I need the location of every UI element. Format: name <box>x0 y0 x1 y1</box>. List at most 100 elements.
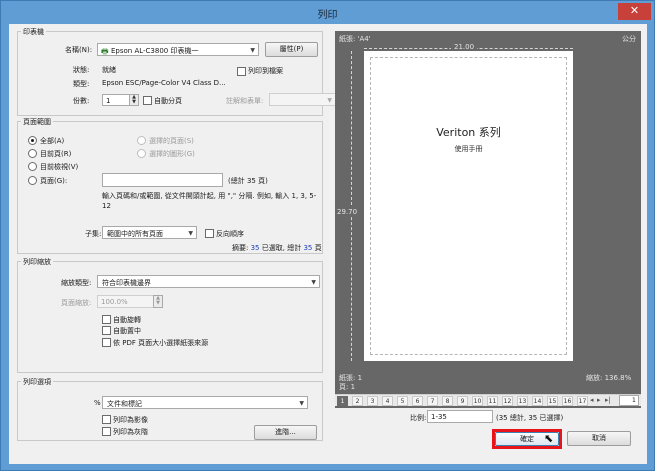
printer-group: 印表機 名稱(N): 🖶 Epson AL-C3800 印表機一 ▼ 屬性(P)… <box>17 27 336 116</box>
preview-page: Veriton 系列 使用手冊 <box>364 51 573 361</box>
chevron-down-icon: ▼ <box>250 47 255 54</box>
paper-by-pdf-checkbox[interactable] <box>102 338 111 347</box>
page-number-button[interactable]: 4 <box>382 396 393 406</box>
zoom-stepper[interactable]: ▲ ▼ <box>153 295 163 308</box>
prev-page-icon[interactable]: ◂ <box>590 396 594 404</box>
page-number-button[interactable]: 16 <box>562 396 573 406</box>
page-count-label: 頁: 1 <box>339 383 356 391</box>
scale-type-select[interactable]: 符合印表機邊界 ▼ <box>97 275 320 288</box>
units-label: 公分 <box>622 35 636 43</box>
status-label: 狀態: <box>73 66 90 74</box>
chevron-down-icon: ▼ <box>311 279 316 286</box>
next-page-icon[interactable]: ▸ <box>597 396 601 404</box>
printer-icon: 🖶 <box>101 47 109 56</box>
subset-select[interactable]: 範圍中的所有頁面 ▼ <box>102 226 197 239</box>
type-label: 類型: <box>73 80 90 88</box>
scaling-group: 列印縮放 縮放類型: 符合印表機邊界 ▼ 頁面縮放: 100.0% ▲ ▼ 自動旋… <box>17 257 323 373</box>
properties-button[interactable]: 屬性(P) <box>265 42 318 57</box>
pages-label: 頁面(G): <box>40 177 68 185</box>
percent-icon: % <box>94 399 101 407</box>
page-number-button[interactable]: 3 <box>367 396 378 406</box>
paper-by-pdf-label: 依 PDF 頁面大小選擇紙張來源 <box>113 339 209 347</box>
preview-zoom-label: 縮放: 136.8% <box>586 374 632 382</box>
summary-suffix: 頁 <box>314 244 322 252</box>
current-page-radio[interactable] <box>28 149 37 158</box>
selected-pages-radio[interactable] <box>137 136 146 145</box>
page-number-button[interactable]: 11 <box>487 396 498 406</box>
print-options-group-label: 列印選項 <box>21 377 53 387</box>
print-as-image-label: 列印為影像 <box>113 416 148 424</box>
printer-name-value: Epson AL-C3800 印表機一 <box>111 47 199 55</box>
ratio-input[interactable]: 1-35 <box>427 410 493 423</box>
current-view-radio[interactable] <box>28 162 37 171</box>
zoom-input[interactable]: 100.0% <box>97 295 154 308</box>
print-grayscale-checkbox[interactable] <box>102 427 111 436</box>
width-value: 21.00 <box>451 43 478 51</box>
page-number-button[interactable]: 7 <box>427 396 438 406</box>
height-ruler <box>351 51 352 361</box>
page-number-button[interactable]: 12 <box>502 396 513 406</box>
print-as-image-checkbox[interactable] <box>102 415 111 424</box>
printable-area-border <box>370 57 567 355</box>
scaling-group-label: 列印縮放 <box>21 257 53 267</box>
auto-center-checkbox[interactable] <box>102 326 111 335</box>
mouse-pointer-icon: ⬉ <box>544 432 554 445</box>
chevron-down-icon: ▼ <box>327 97 332 104</box>
selected-graphics-radio[interactable] <box>137 149 146 158</box>
reverse-order-label: 反向順序 <box>216 230 244 238</box>
pages-radio[interactable] <box>28 176 37 185</box>
copies-input[interactable]: 1 <box>102 94 130 106</box>
page-number-button[interactable]: 5 <box>397 396 408 406</box>
zoom-value: 100.0% <box>101 298 128 306</box>
advanced-button[interactable]: 進階... <box>254 425 317 440</box>
page-number-button[interactable]: 10 <box>472 396 483 406</box>
printer-name-label: 名稱(N): <box>65 46 93 54</box>
selected-pages-label: 選擇的頁面(S) <box>149 137 194 145</box>
print-content-select[interactable]: 文件和標記 ▼ <box>102 396 308 409</box>
page-range-group: 頁面範圍 全部(A) 選擇的頁面(S) 目前頁(R) 選擇的圖形(G) 目前檢視… <box>17 117 323 254</box>
comments-forms-select[interactable]: ▼ <box>269 93 336 106</box>
collate-label: 自動分頁 <box>154 97 182 105</box>
total-pages-note: (總計 35 頁) <box>228 177 268 185</box>
printer-name-select[interactable]: 🖶 Epson AL-C3800 印表機一 ▼ <box>97 43 259 56</box>
page-number-button[interactable]: 1 <box>337 396 348 406</box>
chevron-down-icon: ▼ <box>299 400 304 407</box>
page-number-button[interactable]: 9 <box>457 396 468 406</box>
preview-doc-title: Veriton 系列 <box>436 126 501 139</box>
pages-input[interactable] <box>102 173 223 187</box>
title-bar[interactable]: 列印 ✕ <box>1 1 654 23</box>
range-all-radio[interactable] <box>28 136 37 145</box>
auto-rotate-label: 自動旋轉 <box>113 316 141 324</box>
page-number-button[interactable]: 14 <box>532 396 543 406</box>
current-page-label: 目前頁(R) <box>40 150 72 158</box>
reverse-order-checkbox[interactable] <box>205 229 214 238</box>
close-button[interactable]: ✕ <box>618 3 651 20</box>
print-dialog: 列印 ✕ 印表機 名稱(N): 🖶 Epson AL-C3800 印表機一 ▼ … <box>0 0 655 471</box>
page-number-button[interactable]: 13 <box>517 396 528 406</box>
page-number-button[interactable]: 15 <box>547 396 558 406</box>
height-value: 29.70 <box>337 207 358 217</box>
status-value: 就緒 <box>102 66 116 74</box>
range-summary: 摘要: 35 已選取, 總計 35 頁 <box>232 243 322 253</box>
page-number-button[interactable]: 17 <box>577 396 588 406</box>
print-content-value: 文件和標記 <box>107 400 142 408</box>
print-grayscale-label: 列印為灰階 <box>113 428 148 436</box>
chevron-down-icon: ▼ <box>188 230 193 237</box>
print-to-file-checkbox[interactable] <box>237 67 246 76</box>
print-options-group: 列印選項 % 文件和標記 ▼ 列印為影像 列印為灰階 進階... <box>17 377 323 441</box>
comments-forms-label: 註解和表單: <box>226 97 264 105</box>
page-number-button[interactable]: 6 <box>412 396 423 406</box>
paper-size-label: 紙張: 'A4' <box>339 35 371 43</box>
ratio-note: (35 總計, 35 已選擇) <box>496 414 564 422</box>
last-page-icon[interactable]: ▸| <box>605 396 611 404</box>
page-number-button[interactable]: 2 <box>352 396 363 406</box>
page-number-button[interactable]: 8 <box>442 396 453 406</box>
collate-checkbox[interactable] <box>143 96 152 105</box>
cancel-button[interactable]: 取消 <box>567 431 631 446</box>
page-jump-input[interactable]: 1 <box>619 395 639 406</box>
copies-stepper[interactable]: ▲ ▼ <box>129 94 139 106</box>
summary-selected-count: 35 <box>250 244 260 252</box>
summary-total-count: 35 <box>303 244 313 252</box>
auto-rotate-checkbox[interactable] <box>102 315 111 324</box>
copies-value: 1 <box>106 97 111 105</box>
